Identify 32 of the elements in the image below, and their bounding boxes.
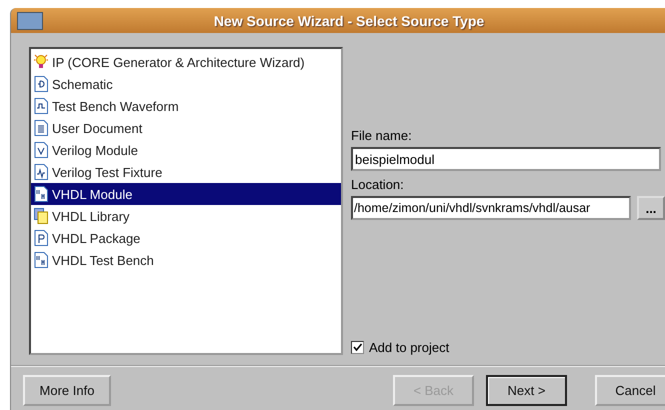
verilog-file-icon (34, 142, 48, 158)
waveform-file-icon (34, 98, 48, 114)
source-type-item[interactable]: VHDL Library (31, 205, 341, 227)
source-type-item[interactable]: Schematic (31, 73, 341, 95)
add-to-project-label: Add to project (369, 340, 450, 355)
package-file-icon (34, 230, 48, 246)
add-to-project-checkbox[interactable] (351, 341, 364, 354)
file-name-label: File name: (351, 128, 413, 143)
file-name-field[interactable]: beispielmodul (351, 147, 661, 171)
lightbulb-icon (34, 54, 48, 70)
source-type-item[interactable]: Verilog Module (31, 139, 341, 161)
vhdl-file-icon (34, 186, 48, 202)
location-label: Location: (351, 177, 405, 192)
browse-button[interactable]: ... (637, 196, 665, 220)
document-file-icon (34, 120, 48, 136)
app-logo-icon (17, 12, 43, 30)
source-type-item[interactable]: IP (CORE Generator & Architecture Wizard) (31, 51, 341, 73)
wizard-button[interactable]: Next > (486, 375, 567, 406)
source-type-item[interactable]: Verilog Test Fixture (31, 161, 341, 183)
source-type-item[interactable]: VHDL Package (31, 227, 341, 249)
wizard-button[interactable]: More Info (23, 375, 111, 406)
source-type-item[interactable]: User Document (31, 117, 341, 139)
schematic-file-icon (34, 76, 48, 92)
fixture-file-icon (34, 164, 48, 180)
window-title: New Source Wizard - Select Source Type (212, 12, 486, 28)
vhdl-file-icon (34, 252, 48, 268)
location-field[interactable]: /home/zimon/uni/vhdl/svnkrams/vhdl/ausar (351, 196, 631, 220)
source-type-item[interactable]: Test Bench Waveform (31, 95, 341, 117)
library-file-icon (34, 208, 48, 224)
wizard-button[interactable]: Cancel (595, 375, 665, 406)
source-type-item[interactable]: VHDL Test Bench (31, 249, 341, 271)
source-type-item[interactable]: VHDL Module (31, 183, 341, 205)
